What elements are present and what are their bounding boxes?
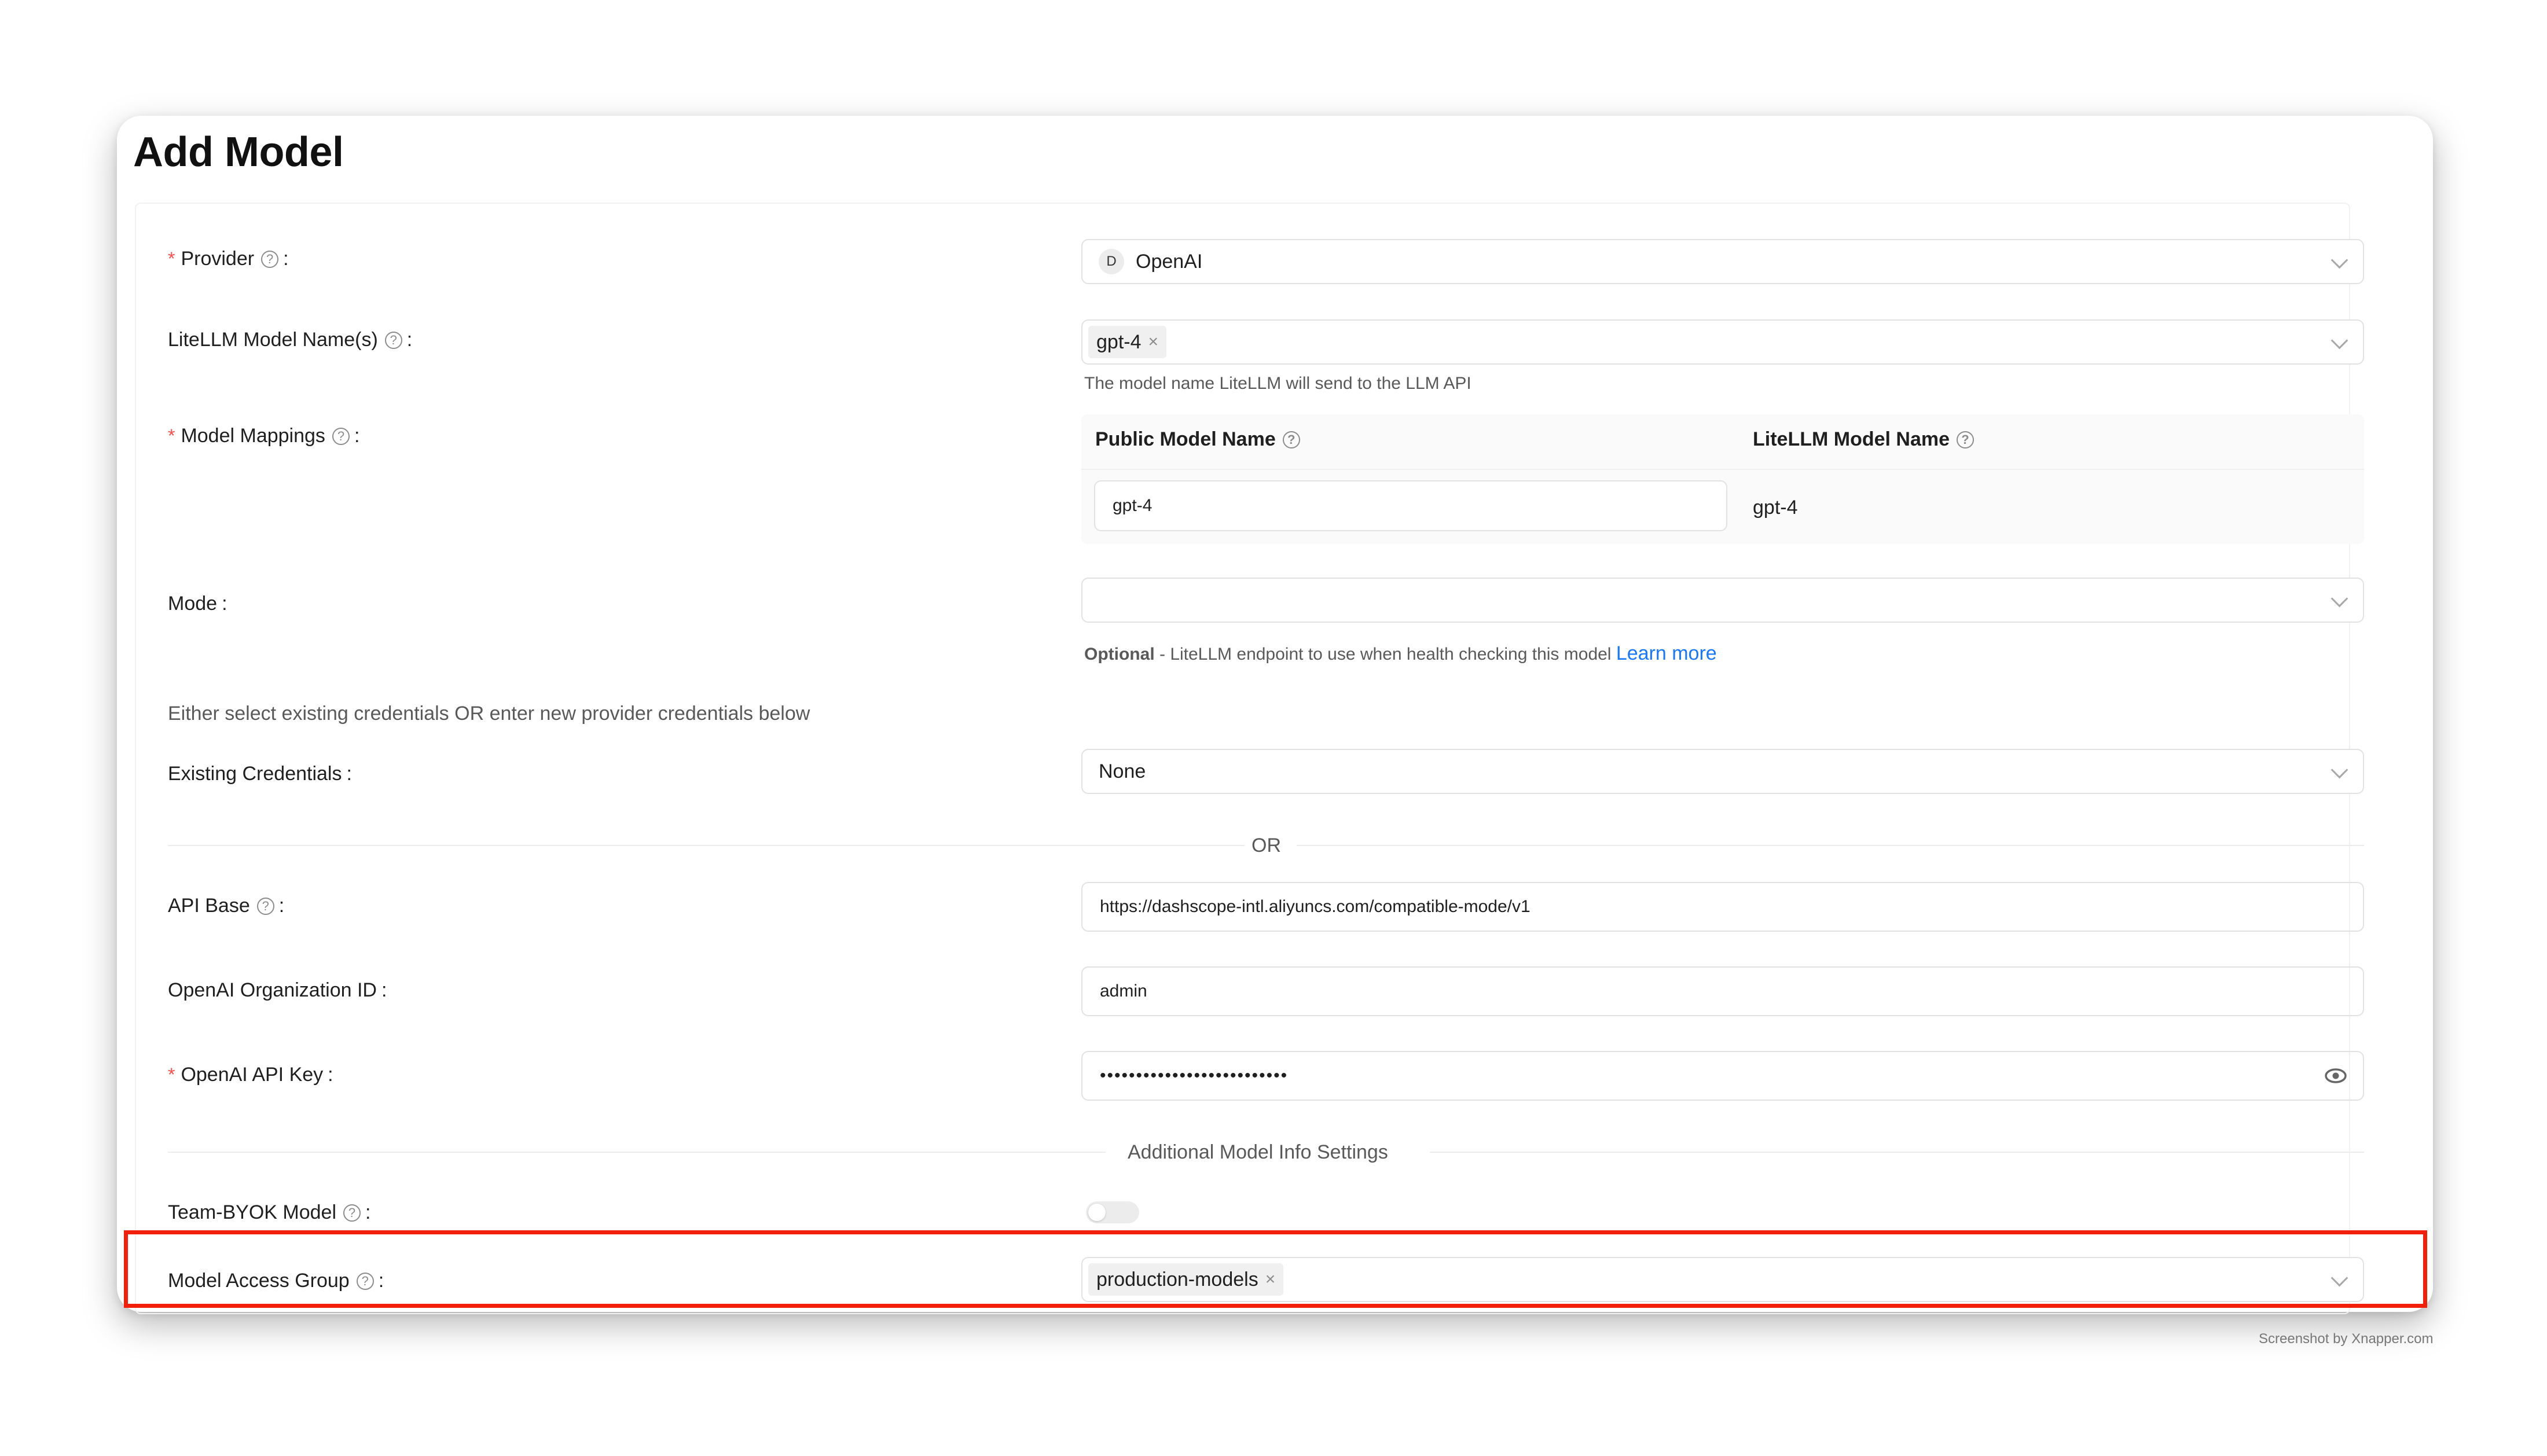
col-public-header: Public Model Name ? — [1095, 428, 1300, 451]
close-icon[interactable]: × — [1148, 332, 1159, 352]
api-base-label-text: API Base — [168, 895, 250, 917]
required-marker: * — [168, 425, 175, 446]
provider-label-text: Provider — [181, 248, 255, 270]
model-names-label-text: LiteLLM Model Name(s) — [168, 329, 378, 351]
toggle-knob — [1088, 1204, 1106, 1221]
watermark: Screenshot by Xnapper.com — [2259, 1331, 2434, 1347]
additional-divider-left — [168, 1152, 1106, 1153]
mappings-header-divider — [1081, 469, 2364, 470]
mode-select[interactable] — [1081, 578, 2364, 623]
col-litellm-header: LiteLLM Model Name ? — [1753, 428, 1975, 451]
mode-label-text: Mode — [168, 593, 218, 615]
help-icon[interactable]: ? — [1957, 431, 1975, 448]
mappings-table: Public Model Name ? LiteLLM Model Name ?… — [1081, 414, 2364, 544]
model-name-tag-text: gpt-4 — [1096, 330, 1142, 353]
additional-divider-right — [1430, 1152, 2364, 1153]
model-names-select[interactable]: gpt-4 × — [1081, 319, 2364, 365]
litellm-model-value: gpt-4 — [1753, 497, 1798, 519]
model-name-tag: gpt-4 × — [1088, 326, 1167, 358]
eye-icon[interactable] — [2325, 1068, 2347, 1083]
help-icon[interactable]: ? — [384, 331, 402, 349]
existing-credentials-value: None — [1099, 760, 1146, 782]
col-litellm-text: LiteLLM Model Name — [1753, 428, 1950, 450]
mappings-label: * Model Mappings ?: — [168, 425, 360, 447]
team-byok-toggle[interactable] — [1086, 1201, 1139, 1223]
col-public-text: Public Model Name — [1095, 428, 1276, 450]
model-names-label: LiteLLM Model Name(s) ?: — [168, 329, 413, 351]
team-byok-label-text: Team-BYOK Model — [168, 1201, 336, 1223]
chevron-down-icon — [2331, 251, 2348, 269]
or-divider-left — [168, 845, 1245, 846]
model-names-help: The model name LiteLLM will send to the … — [1084, 374, 1471, 393]
highlight-box — [124, 1230, 2427, 1308]
org-id-label-text: OpenAI Organization ID — [168, 979, 377, 1001]
existing-credentials-label: Existing Credentials: — [168, 763, 352, 785]
existing-credentials-label-text: Existing Credentials — [168, 763, 342, 785]
mode-label: Mode: — [168, 593, 227, 615]
api-key-label-text: OpenAI API Key — [181, 1064, 324, 1086]
provider-label: * Provider ?: — [168, 248, 289, 270]
required-marker: * — [168, 1064, 175, 1085]
credentials-note: Either select existing credentials OR en… — [168, 703, 810, 725]
help-icon[interactable]: ? — [332, 427, 350, 445]
org-id-label: OpenAI Organization ID: — [168, 979, 387, 1001]
api-key-input[interactable]: •••••••••••••••••••••••••• — [1081, 1051, 2364, 1101]
chevron-down-icon — [2331, 590, 2348, 608]
help-icon[interactable]: ? — [261, 250, 279, 268]
provider-value: OpenAI — [1136, 250, 1203, 273]
mode-help-text: - LiteLLM endpoint to use when health ch… — [1154, 645, 1616, 664]
provider-logo-icon: D — [1099, 249, 1124, 274]
additional-section-title: Additional Model Info Settings — [1128, 1141, 1388, 1163]
org-id-input[interactable]: admin — [1081, 966, 2364, 1016]
help-icon[interactable]: ? — [343, 1204, 361, 1222]
help-icon[interactable]: ? — [1282, 431, 1300, 448]
chevron-down-icon — [2331, 761, 2348, 779]
page-title: Add Model — [133, 129, 344, 175]
or-divider-right — [1297, 845, 2364, 846]
provider-select[interactable]: D OpenAI — [1081, 239, 2364, 284]
api-base-input[interactable]: https://dashscope-intl.aliyuncs.com/comp… — [1081, 882, 2364, 932]
help-icon[interactable]: ? — [256, 897, 274, 915]
public-model-input[interactable]: gpt-4 — [1094, 480, 1727, 531]
team-byok-label: Team-BYOK Model ?: — [168, 1201, 371, 1223]
existing-credentials-select[interactable]: None — [1081, 749, 2364, 794]
chevron-down-icon — [2331, 332, 2348, 350]
mappings-label-text: Model Mappings — [181, 425, 325, 447]
api-key-label: * OpenAI API Key: — [168, 1064, 333, 1086]
required-marker: * — [168, 248, 175, 269]
or-divider-text: OR — [1252, 834, 1281, 856]
api-base-label: API Base ?: — [168, 895, 285, 917]
mode-help-optional: Optional — [1084, 645, 1155, 664]
api-key-value: •••••••••••••••••••••••••• — [1100, 1066, 1289, 1085]
mode-help: Optional - LiteLLM endpoint to use when … — [1084, 642, 1717, 665]
learn-more-link[interactable]: Learn more — [1616, 642, 1717, 664]
